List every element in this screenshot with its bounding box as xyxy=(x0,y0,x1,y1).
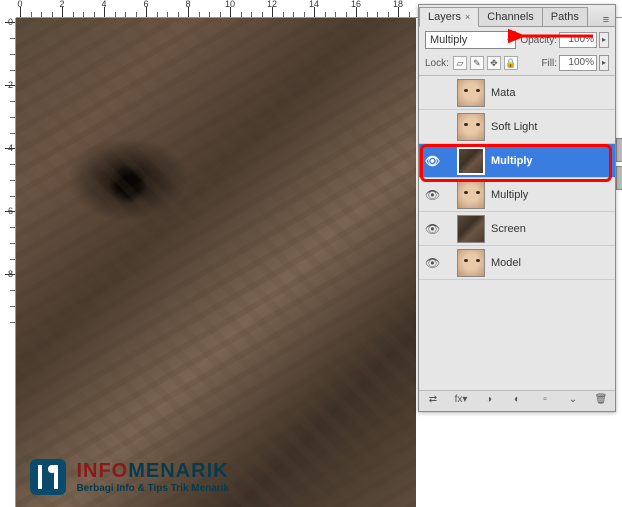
layer-row[interactable]: Soft Light xyxy=(419,110,615,144)
layer-list: MataSoft Light👁Multiply👁Multiply👁Screen👁… xyxy=(419,76,615,280)
annotation-arrow xyxy=(508,26,598,46)
visibility-toggle-icon[interactable]: 👁 xyxy=(425,222,439,236)
visibility-toggle-icon[interactable]: 👁 xyxy=(425,154,439,168)
layers-panel: Layers× Channels Paths ≡ Multiply ▾ Opac… xyxy=(418,4,616,412)
visibility-toggle-icon[interactable]: 👁 xyxy=(425,256,439,270)
layer-thumbnail[interactable] xyxy=(457,79,485,107)
ruler-vertical: 02468 xyxy=(0,18,16,507)
watermark-subtitle: Berbagi Info & Tips Trik Menarik xyxy=(76,483,229,494)
close-icon[interactable]: × xyxy=(465,12,470,22)
tab-label: Paths xyxy=(551,11,579,23)
panel-footer-icon[interactable]: fx▾ xyxy=(453,394,469,408)
collapsed-panels xyxy=(616,138,622,194)
layer-name: Mata xyxy=(491,87,609,99)
panel-footer-icon[interactable]: ◑ xyxy=(481,394,497,408)
lock-option-icon[interactable]: ✎ xyxy=(470,56,484,70)
fill-label: Fill: xyxy=(541,58,557,69)
watermark: INFOMENARIK Berbagi Info & Tips Trik Men… xyxy=(30,459,229,495)
watermark-logo-icon xyxy=(30,459,66,495)
opacity-stepper[interactable]: ▸ xyxy=(599,32,609,48)
layer-thumbnail[interactable] xyxy=(457,249,485,277)
layer-row[interactable]: 👁 Screen xyxy=(419,212,615,246)
lock-option-icon[interactable]: 🔒 xyxy=(504,56,518,70)
tab-channels[interactable]: Channels xyxy=(478,7,542,26)
tab-label: Channels xyxy=(487,11,533,23)
layer-name: Soft Light xyxy=(491,121,609,133)
layer-row[interactable]: Mata xyxy=(419,76,615,110)
panel-tabs: Layers × Channels Paths ≡ xyxy=(419,5,615,27)
panel-footer-icon[interactable]: ⇄ xyxy=(425,394,441,408)
tab-paths[interactable]: Paths xyxy=(542,7,588,26)
layer-name: Multiply xyxy=(491,189,609,201)
layer-thumbnail[interactable] xyxy=(457,215,485,243)
visibility-toggle-icon[interactable] xyxy=(425,120,439,134)
panel-menu-icon[interactable]: ≡ xyxy=(597,14,615,26)
layer-name: Model xyxy=(491,257,609,269)
layer-name: Screen xyxy=(491,223,609,235)
visibility-toggle-icon[interactable] xyxy=(425,86,439,100)
panel-footer-icon[interactable]: 🗑 xyxy=(593,394,609,408)
tab-layers[interactable]: Layers × xyxy=(419,7,479,27)
visibility-toggle-icon[interactable]: 👁 xyxy=(425,188,439,202)
layer-row[interactable]: 👁 Model xyxy=(419,246,615,280)
layer-row[interactable]: 👁 Multiply xyxy=(419,178,615,212)
lock-option-icon[interactable]: ✥ xyxy=(487,56,501,70)
tab-label: Layers xyxy=(428,11,461,23)
document-canvas[interactable]: INFOMENARIK Berbagi Info & Tips Trik Men… xyxy=(16,18,416,507)
blend-mode-select[interactable]: Multiply ▾ xyxy=(425,31,516,49)
lock-label: Lock: xyxy=(425,58,449,69)
panel-footer: ⇄ fx▾ ◑ ◐ ▫ ⌄ 🗑 xyxy=(419,390,615,411)
watermark-title-2: MENARIK xyxy=(128,460,228,482)
layer-thumbnail[interactable] xyxy=(457,113,485,141)
lock-option-icon[interactable]: ▱ xyxy=(453,56,467,70)
blend-mode-value: Multiply xyxy=(430,34,467,46)
layer-row[interactable]: 👁 Multiply xyxy=(419,144,615,178)
fill-stepper[interactable]: ▸ xyxy=(599,55,609,71)
fill-input[interactable]: 100% xyxy=(559,55,597,71)
panel-footer-icon[interactable]: ▫ xyxy=(537,394,553,408)
watermark-title-1: INFO xyxy=(76,460,128,482)
panel-footer-icon[interactable]: ◐ xyxy=(509,394,525,408)
collapsed-panel-tab[interactable] xyxy=(616,138,622,162)
collapsed-panel-tab[interactable] xyxy=(616,166,622,190)
panel-empty-area[interactable] xyxy=(419,280,615,390)
layer-thumbnail[interactable] xyxy=(457,147,485,175)
panel-footer-icon[interactable]: ⌄ xyxy=(565,394,581,408)
layer-name: Multiply xyxy=(491,155,609,167)
layer-thumbnail[interactable] xyxy=(457,181,485,209)
